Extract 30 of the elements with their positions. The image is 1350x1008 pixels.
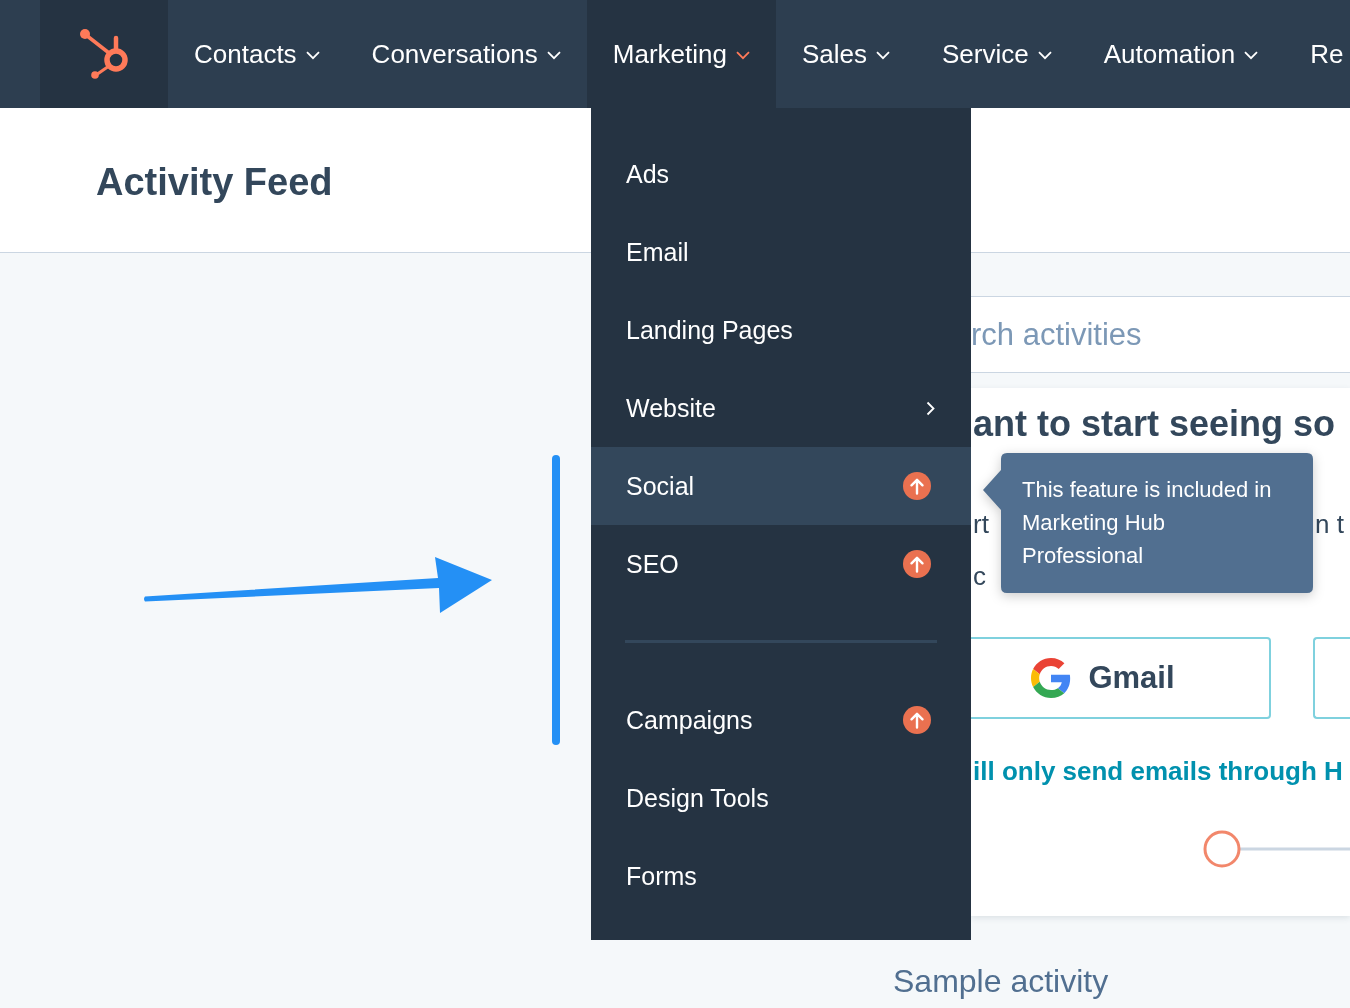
- menu-item[interactable]: Website: [591, 369, 971, 447]
- menu-item[interactable]: Campaigns: [591, 681, 971, 759]
- body-text: rt: [973, 508, 989, 541]
- body-text: n t: [1315, 508, 1345, 541]
- nav-menu-tab[interactable]: Sales: [775, 0, 916, 108]
- nav-menu-tab[interactable]: Contacts: [168, 0, 346, 108]
- menu-item[interactable]: Social: [591, 447, 971, 525]
- search-field[interactable]: rch activities: [971, 296, 1350, 373]
- menu-item[interactable]: Landing Pages: [591, 291, 971, 369]
- menu-item[interactable]: Email: [591, 213, 971, 291]
- g-logo-icon: [1031, 658, 1072, 698]
- card-heading: ant to start seeing so: [973, 405, 1337, 443]
- nav-menu-tab[interactable]: Conversations: [345, 0, 587, 108]
- nav-menu-tab[interactable]: Marketing: [586, 0, 776, 108]
- page-title: Activity Feed: [96, 160, 333, 205]
- gmail-button[interactable]: Gmail: [971, 637, 1271, 719]
- nav-menu-tab[interactable]: Automation: [1077, 0, 1285, 108]
- nav-menu-tab[interactable]: Re: [1284, 0, 1350, 108]
- sprocket-icon: [78, 27, 128, 81]
- text-link[interactable]: ill only send emails through H: [973, 754, 1350, 788]
- body-text: c: [973, 560, 986, 593]
- nav-menu-tab[interactable]: Service: [916, 0, 1078, 108]
- menu-item[interactable]: SEO: [591, 525, 971, 603]
- menu-item[interactable]: Design Tools: [591, 759, 971, 837]
- home-logo-button[interactable]: [40, 0, 168, 108]
- menu-item[interactable]: Forms: [591, 837, 971, 915]
- section-title: Sample activity: [893, 962, 1110, 1001]
- tooltip-text: This feature is included in Marketing Hub Professional: [1022, 476, 1273, 570]
- menu-item[interactable]: Ads: [591, 135, 971, 213]
- chevron-right-icon: [926, 400, 935, 416]
